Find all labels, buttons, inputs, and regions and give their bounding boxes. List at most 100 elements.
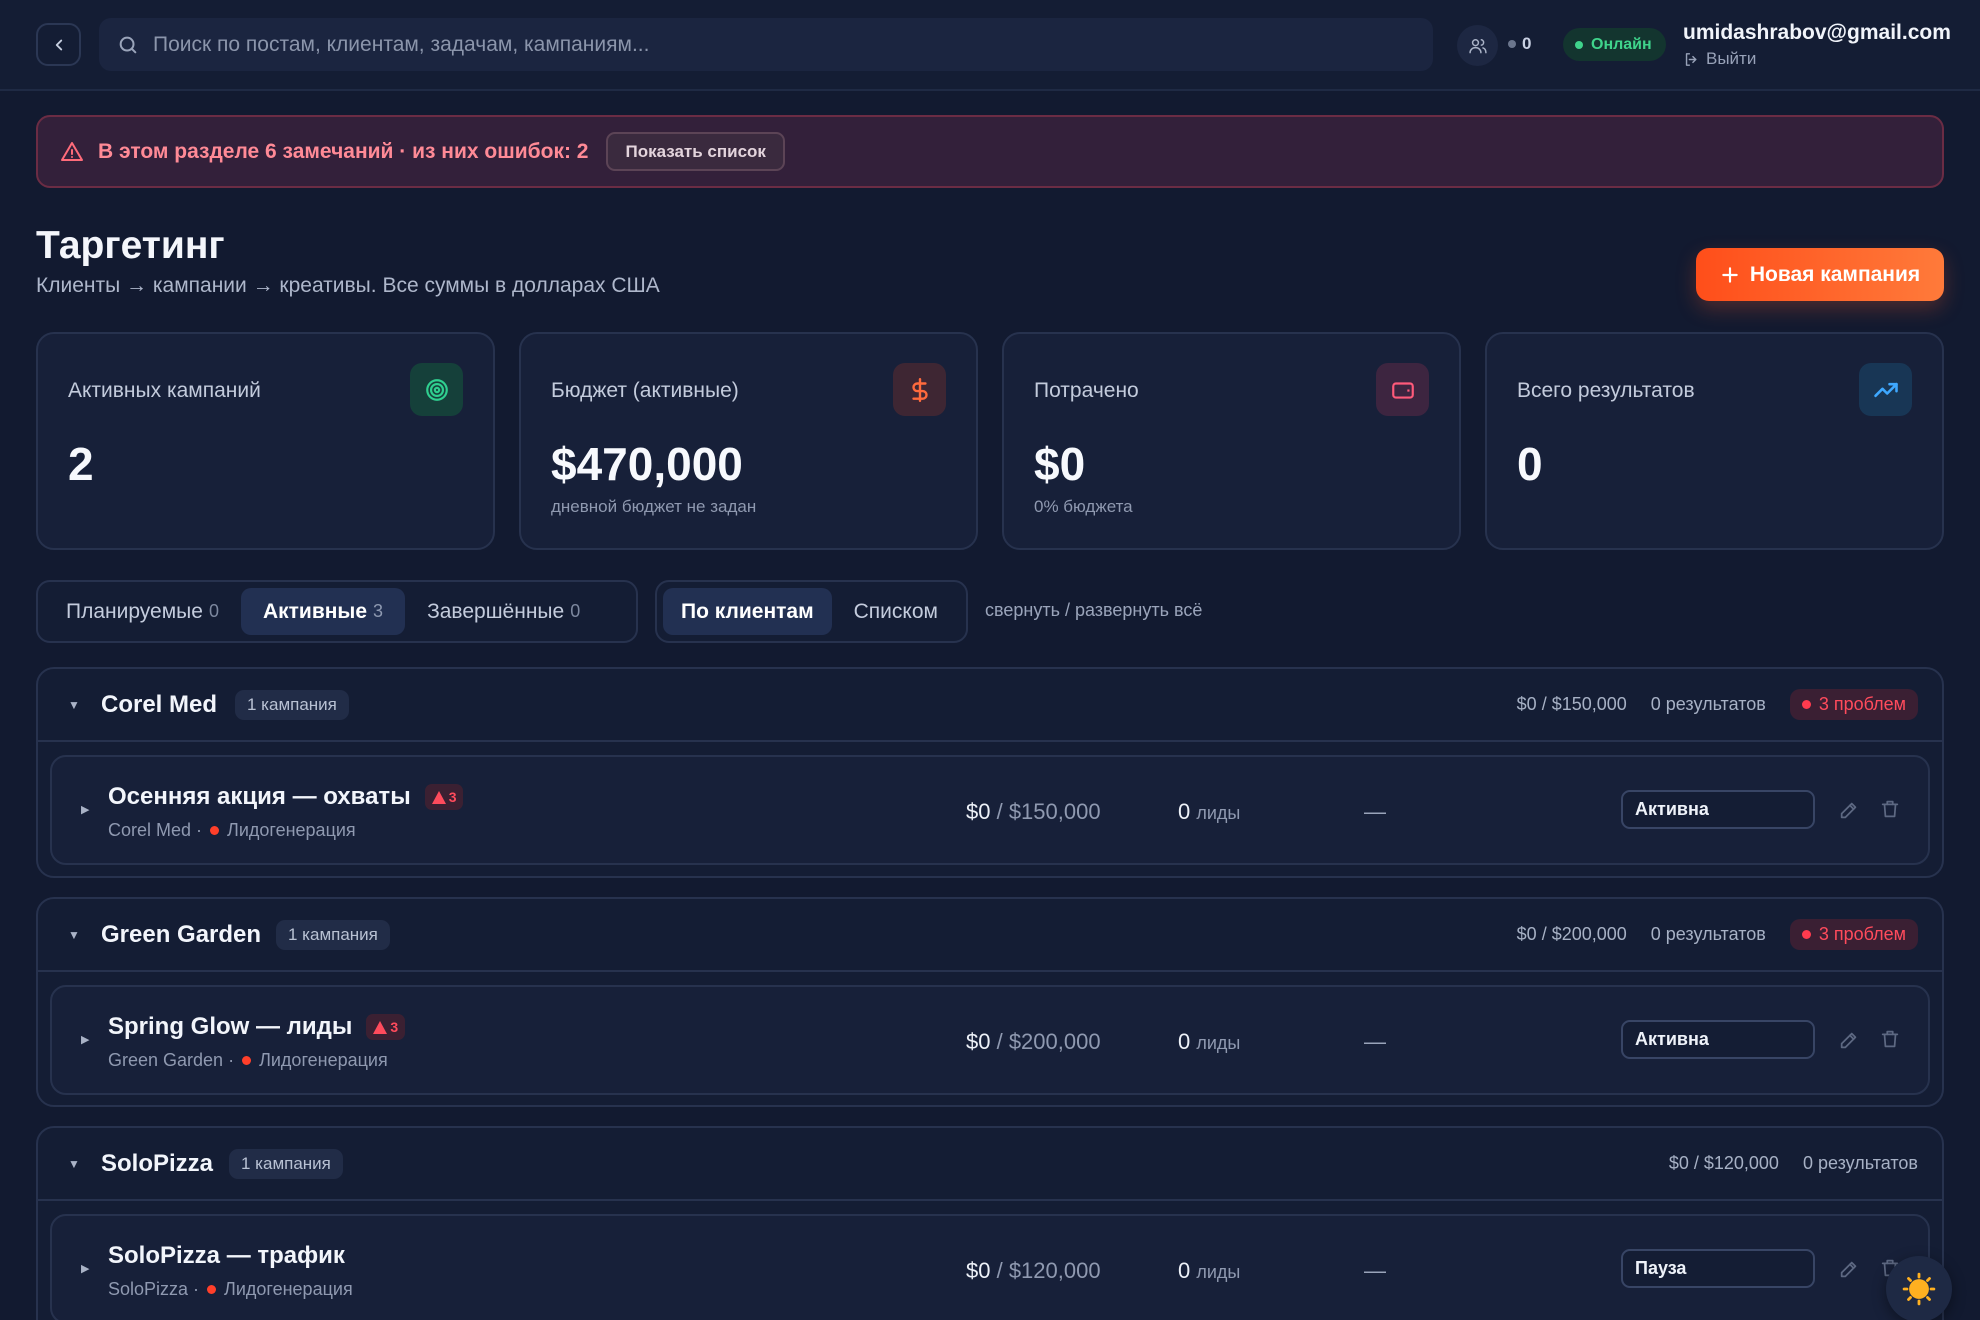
search-bar[interactable] (99, 18, 1433, 71)
caret-down-icon[interactable]: ▼ (68, 1157, 80, 1171)
campaign-budget-total: / $200,000 (990, 1029, 1101, 1054)
online-users-number: 0 (1522, 34, 1532, 53)
client-budget: $0 / $120,000 (1668, 1153, 1779, 1173)
show-issues-button[interactable]: Показать список (606, 132, 785, 171)
caret-right-icon[interactable]: ▶ (81, 1262, 89, 1275)
trash-icon[interactable] (1879, 1028, 1901, 1050)
campaign-budget: $0 / $120,000 (966, 1258, 1101, 1284)
tab-label: Завершённые (427, 599, 565, 623)
status-select[interactable]: Активна (1621, 1020, 1815, 1059)
caret-down-icon[interactable]: ▼ (68, 928, 80, 942)
search-icon (119, 36, 137, 53)
tab-by-client[interactable]: По клиентам (663, 588, 832, 635)
problems-label: 3 проблем (1818, 694, 1906, 714)
stat-label: Всего результатов (1517, 379, 1695, 402)
campaign-spent: $0 (966, 799, 991, 824)
tab-count: 3 (373, 601, 384, 621)
client-budget: $0 / $150,000 (1516, 694, 1627, 714)
stat-label: Потрачено (1034, 379, 1139, 402)
campaign-results: 0 лиды (1178, 799, 1240, 825)
results-unit: лиды (1196, 1262, 1241, 1282)
tab-list[interactable]: Списком (832, 588, 960, 635)
client-summary: $0 / $120,000 0 результатов (1669, 1153, 1918, 1174)
caret-down-icon[interactable]: ▼ (68, 698, 80, 712)
campaign-meta: SoloPizza · Лидогенерация (108, 1279, 353, 1300)
stat-card-spent: Потрачено $0 0% бюджета (1002, 332, 1461, 550)
sun-icon (1902, 1272, 1936, 1306)
online-status-badge: Онлайн (1563, 28, 1666, 61)
collapse-expand-all-link[interactable]: свернуть / развернуть всё (985, 600, 1202, 621)
stat-card-active-campaigns: Активных кампаний 2 (36, 332, 495, 550)
pencil-icon[interactable] (1838, 1258, 1860, 1280)
search-input[interactable] (153, 32, 1393, 57)
problems-label: 3 проблем (1818, 924, 1906, 944)
problems-badge[interactable]: 3 проблем (1789, 919, 1918, 950)
client-group-header[interactable]: ▼ SoloPizza 1 кампания $0 / $120,000 0 р… (38, 1128, 1942, 1201)
results-unit: лиды (1196, 803, 1241, 823)
trash-icon[interactable] (1879, 798, 1901, 820)
tab-completed[interactable]: Завершённые 0 (405, 588, 602, 635)
client-results: 0 результатов (1802, 1153, 1918, 1173)
tab-active[interactable]: Активные 3 (240, 588, 406, 635)
caret-right-icon[interactable]: ▶ (81, 1033, 89, 1046)
campaign-name: Spring Glow — лиды (108, 1013, 353, 1040)
campaign-warning-badge[interactable]: 3 (366, 1014, 406, 1040)
tab-count: 0 (208, 601, 219, 621)
pencil-icon[interactable] (1838, 799, 1860, 821)
campaign-cpl: — (1364, 799, 1386, 824)
results-value: 0 (1178, 1029, 1191, 1054)
client-group-green-garden: ▼ Green Garden 1 кампания $0 / $200,000 … (36, 897, 1944, 1107)
campaign-client: SoloPizza · (108, 1279, 200, 1299)
campaign-row[interactable]: ▶ Spring Glow — лиды 3 Green Garden · Ли… (50, 985, 1930, 1095)
campaign-row[interactable]: ▶ Осенняя акция — охваты 3 Corel Med · Л… (50, 755, 1930, 865)
problems-badge[interactable]: 3 проблем (1789, 689, 1918, 720)
issues-alert: В этом разделе 6 замечаний · из них ошиб… (36, 115, 1944, 188)
online-dot (1575, 40, 1583, 49)
online-status-label: Онлайн (1591, 35, 1652, 53)
campaign-client: Green Garden · (108, 1050, 235, 1070)
campaign-title: Осенняя акция — охваты 3 (108, 783, 464, 811)
campaign-spent: $0 (966, 1258, 991, 1283)
back-button[interactable] (36, 23, 81, 66)
online-users-button[interactable] (1457, 25, 1498, 66)
status-tabs: Планируемые 0 Активные 3 Завершённые 0 (36, 580, 638, 643)
campaign-title: Spring Glow — лиды 3 (108, 1013, 406, 1041)
objective-dot (242, 1056, 252, 1065)
caret-right-icon[interactable]: ▶ (81, 803, 89, 816)
stat-label: Активных кампаний (68, 379, 261, 402)
campaign-results: 0 лиды (1178, 1029, 1240, 1055)
stat-sub: дневной бюджет не задан (551, 497, 757, 516)
warning-count: 3 (390, 1019, 399, 1035)
client-group-header[interactable]: ▼ Green Garden 1 кампания $0 / $200,000 … (38, 899, 1942, 972)
client-group-header[interactable]: ▼ Corel Med 1 кампания $0 / $150,000 0 р… (38, 669, 1942, 742)
client-results: 0 результатов (1650, 924, 1766, 944)
objective-dot (207, 1285, 217, 1294)
pencil-icon[interactable] (1838, 1029, 1860, 1051)
tab-planned[interactable]: Планируемые 0 (44, 588, 241, 635)
campaign-budget-total: / $120,000 (990, 1258, 1101, 1283)
logout-link[interactable]: Выйти (1683, 49, 1756, 69)
theme-toggle-button[interactable] (1886, 1256, 1952, 1320)
campaign-client: Corel Med · (108, 820, 203, 840)
objective-dot (210, 826, 220, 835)
stat-value: $0 (1034, 438, 1086, 490)
campaign-objective: Лидогенерация (227, 820, 356, 840)
campaign-warning-badge[interactable]: 3 (424, 784, 464, 810)
campaign-row[interactable]: ▶ SoloPizza — трафик SoloPizza · Лидоген… (50, 1214, 1930, 1320)
results-unit: лиды (1196, 1033, 1241, 1053)
new-campaign-button[interactable]: Новая кампания (1696, 248, 1944, 301)
results-value: 0 (1178, 1258, 1191, 1283)
campaign-results: 0 лиды (1178, 1258, 1240, 1284)
page-title: Таргетинг (36, 224, 225, 267)
stat-value: 2 (68, 438, 94, 490)
status-select[interactable]: Пауза (1621, 1249, 1815, 1288)
stat-icon-box (1859, 363, 1912, 416)
campaign-name: SoloPizza — трафик (108, 1242, 345, 1269)
status-select[interactable]: Активна (1621, 790, 1815, 829)
stat-label: Бюджет (активные) (551, 379, 739, 402)
campaign-budget-total: / $150,000 (990, 799, 1101, 824)
client-group-solopizza: ▼ SoloPizza 1 кампания $0 / $120,000 0 р… (36, 1126, 1944, 1320)
campaign-cpl: — (1364, 1029, 1386, 1054)
new-campaign-label: Новая кампания (1749, 262, 1921, 286)
stat-sub: 0% бюджета (1034, 497, 1133, 516)
